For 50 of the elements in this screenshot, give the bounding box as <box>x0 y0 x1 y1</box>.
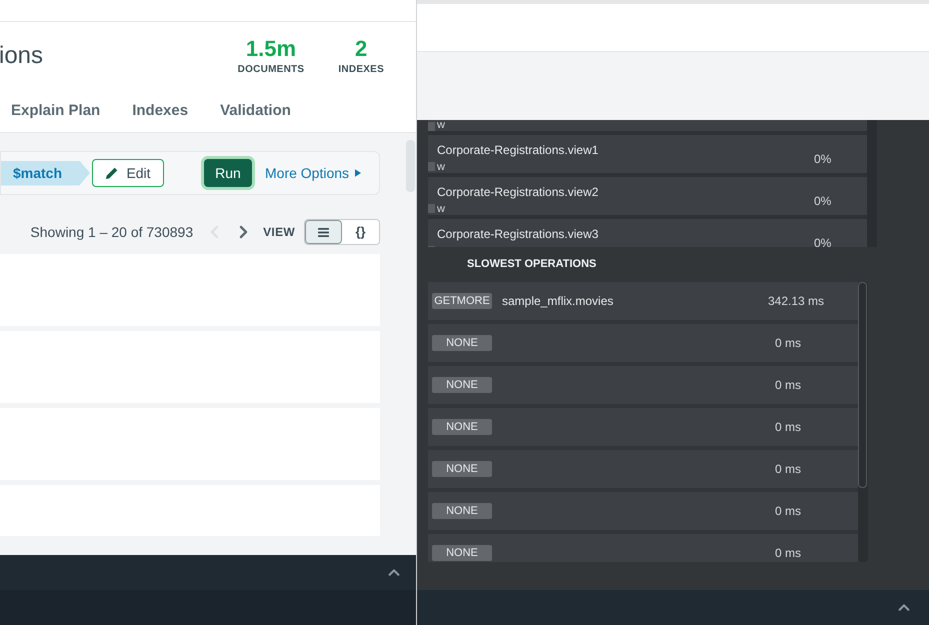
operation-duration: 0 ms <box>775 419 802 436</box>
operation-row[interactable]: NONE 0 ms <box>428 408 858 446</box>
collection-name-fragment: w <box>437 162 445 173</box>
operation-row[interactable]: NONE 0 ms <box>428 450 858 488</box>
tab[interactable]: Explain Plan <box>11 100 100 122</box>
operation-type: NONE <box>432 503 492 519</box>
collection-name: Corporate-Registrations.view3 <box>437 226 598 243</box>
more-options-link[interactable]: More Options <box>265 162 362 184</box>
collection-usage: 0% <box>814 193 832 210</box>
operation-row[interactable]: NONE 0 ms <box>428 324 858 362</box>
operation-duration: 342.13 ms <box>768 293 824 310</box>
section-title: SLOWEST OPERATIONS <box>467 257 596 272</box>
pagination-text: Showing 1 – 20 of 730893 <box>30 222 194 242</box>
operation-type: NONE <box>432 377 492 393</box>
operation-type: GETMORE <box>432 293 492 309</box>
pipeline-stage-tag[interactable]: $match <box>1 160 90 186</box>
edit-button[interactable]: Edit <box>92 159 164 187</box>
collection-row[interactable]: Corporate-Registrations.view1 0% w <box>428 135 867 173</box>
operation-duration: 0 ms <box>775 503 802 520</box>
stat-label: DOCUMENTS <box>238 62 304 76</box>
operation-duration: 0 ms <box>775 377 802 394</box>
tab[interactable]: Validation <box>220 100 291 122</box>
operation-type: NONE <box>432 419 492 435</box>
operation-type: NONE <box>432 545 492 561</box>
collection-name-fragment: w <box>437 120 445 131</box>
operation-duration: 0 ms <box>775 335 802 352</box>
collection-title: ions <box>0 41 44 71</box>
operation-row[interactable]: NONE 0 ms <box>428 366 858 404</box>
stat-label: INDEXES <box>338 62 384 76</box>
operation-row[interactable]: NONE 0 ms <box>428 534 858 562</box>
operation-row[interactable]: NONE 0 ms <box>428 492 858 530</box>
view-label: VIEW <box>263 224 295 241</box>
operation-namespace: sample_mflix.movies <box>502 293 614 310</box>
tab[interactable]: Indexes <box>132 100 188 122</box>
stat-value: 1.5m <box>246 36 296 62</box>
collection-usage: 0% <box>814 151 832 168</box>
collection-name: Corporate-Registrations.view2 <box>437 184 598 201</box>
collection-name-fragment: w <box>437 204 445 215</box>
collection-name: Corporate-Registrations.view1 <box>437 142 598 159</box>
operation-type: NONE <box>432 461 492 477</box>
operation-type: NONE <box>432 335 492 351</box>
run-button[interactable]: Run <box>204 159 252 187</box>
operation-row[interactable]: GETMORE sample_mflix.movies 342.13 ms <box>428 282 858 320</box>
operation-duration: 0 ms <box>775 461 802 478</box>
collection-row[interactable]: Corporate-Registrations.view3 0% <box>428 219 867 247</box>
stat-value: 2 <box>355 36 368 62</box>
collection-row[interactable]: Corporate-Registrations.view2 0% w <box>428 177 867 215</box>
collection-usage: 0% <box>814 235 832 247</box>
collection-row[interactable]: w <box>428 120 867 131</box>
operation-duration: 0 ms <box>775 545 802 562</box>
